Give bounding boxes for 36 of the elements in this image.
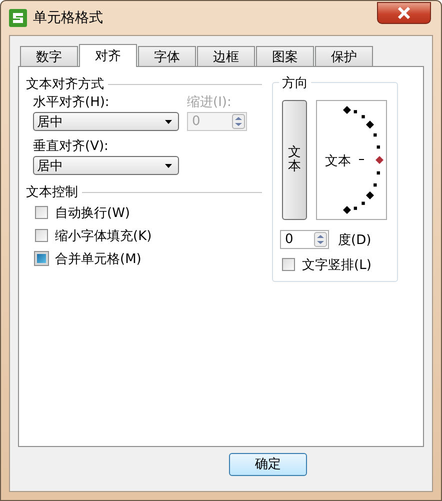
- checkbox[interactable]: [282, 258, 295, 271]
- dropdown[interactable]: 居中: [33, 156, 179, 175]
- angle-dial[interactable]: 文本: [316, 100, 387, 220]
- dropdown[interactable]: 居中: [33, 112, 179, 131]
- tab[interactable]: 保护: [315, 46, 373, 66]
- checkbox-label[interactable]: 合并单元格(M): [55, 250, 142, 268]
- caret-icon: [165, 120, 172, 124]
- spin-arrows-icon[interactable]: [314, 232, 327, 247]
- angle-pointer: [359, 159, 364, 160]
- field-label: 水平对齐(H):: [33, 94, 110, 111]
- close-icon: [396, 7, 412, 19]
- app-icon: [9, 9, 27, 27]
- tab[interactable]: 数字: [20, 46, 78, 66]
- group-title: 文本控制: [26, 184, 78, 201]
- close-button[interactable]: [377, 2, 431, 24]
- spin-field[interactable]: 0: [280, 230, 329, 249]
- checkbox-label[interactable]: 自动换行(W): [55, 204, 130, 222]
- tab[interactable]: 图案: [256, 46, 314, 66]
- checkbox-label[interactable]: 文字竖排(L): [302, 256, 372, 274]
- checkbox[interactable]: [35, 206, 48, 219]
- window-title: 单元格格式: [33, 9, 103, 27]
- field-label: 垂直对齐(V):: [33, 138, 110, 155]
- checkbox-label[interactable]: 缩小字体填充(K): [55, 226, 152, 244]
- tab[interactable]: 字体: [138, 46, 196, 66]
- caret-icon: [165, 164, 172, 168]
- vertical-text-button[interactable]: 文本: [282, 100, 307, 220]
- group-title: 方向: [279, 74, 311, 92]
- tab[interactable]: 边框: [197, 46, 255, 66]
- dial-text: 文本: [325, 153, 351, 170]
- field-label: 度(D): [338, 232, 372, 248]
- tab[interactable]: 对齐: [79, 44, 137, 67]
- spin-arrows-icon[interactable]: [232, 114, 245, 129]
- field-label: 缩进(I):: [187, 94, 232, 111]
- ok-button[interactable]: 确定: [229, 452, 307, 476]
- checkbox[interactable]: [35, 229, 48, 242]
- group-title: 文本对齐方式: [26, 76, 104, 93]
